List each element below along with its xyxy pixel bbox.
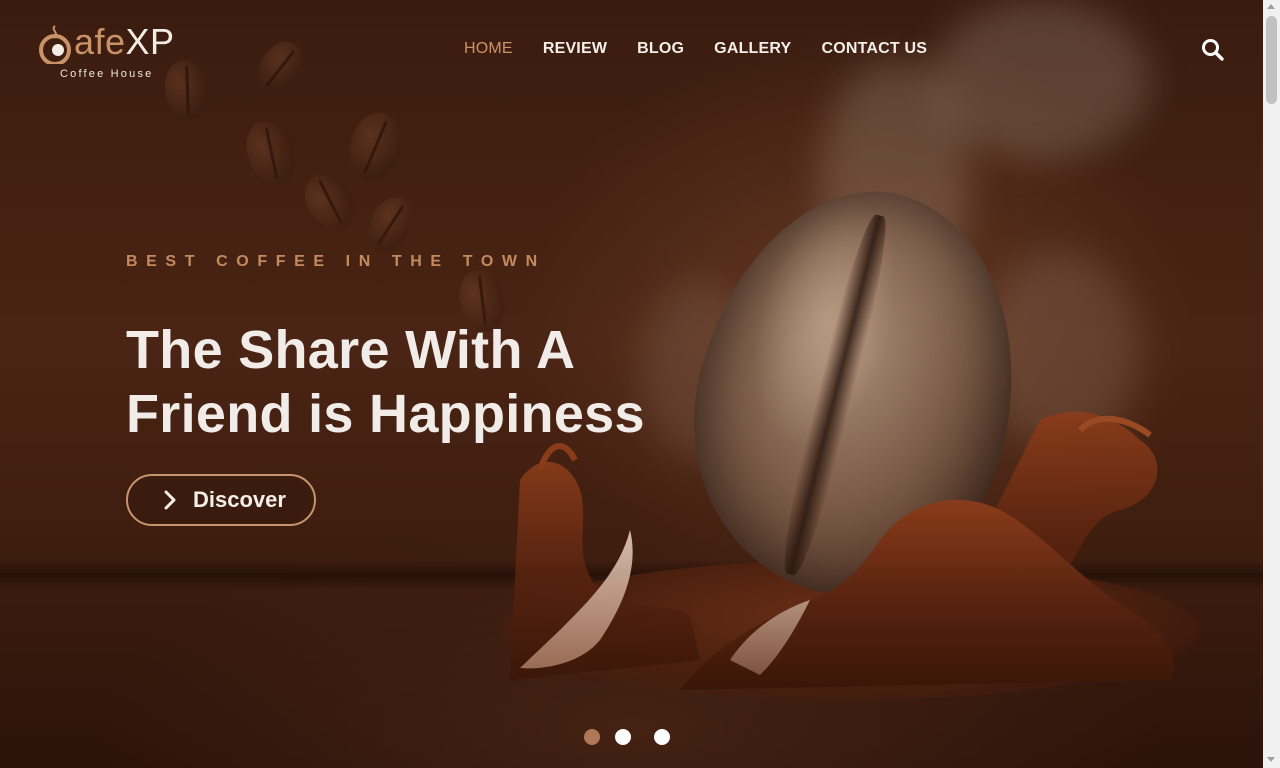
discover-button[interactable]: Discover [126, 474, 316, 526]
page: afeXP Coffee House HOME REVIEW BLOG GALL… [0, 0, 1280, 768]
floating-bean-decoration [359, 190, 421, 260]
scrollbar-thumb[interactable] [1266, 16, 1277, 104]
slider-pagination [584, 729, 670, 745]
nav-item-contact-us[interactable]: CONTACT US [806, 38, 942, 60]
search-button[interactable] [1199, 36, 1227, 64]
brand-logo[interactable]: afeXP Coffee House [38, 14, 198, 84]
coffee-cup-logo-icon [39, 25, 71, 64]
brand-name: afeXP [74, 20, 175, 64]
slider-dot-3[interactable] [654, 729, 670, 745]
floating-bean-decoration [238, 114, 304, 192]
brand-name-main: afe [74, 21, 126, 62]
floating-bean-decoration [341, 106, 409, 188]
brand-name-accent: XP [125, 21, 175, 62]
nav-item-home[interactable]: HOME [449, 38, 528, 60]
hero-headline-line-2: Friend is Happiness [126, 384, 645, 444]
hero-headline-line-1: The Share With A [126, 320, 576, 380]
nav-item-gallery[interactable]: GALLERY [699, 38, 806, 60]
scroll-down-arrow-icon[interactable] [1267, 757, 1275, 762]
slider-dot-2[interactable] [615, 729, 631, 745]
top-navbar: afeXP Coffee House HOME REVIEW BLOG GALL… [0, 0, 1263, 100]
page-scrollbar[interactable] [1263, 0, 1280, 768]
slider-dot-1[interactable] [584, 729, 600, 745]
chevron-right-icon [164, 490, 176, 510]
main-menu: HOME REVIEW BLOG GALLERY CONTACT US [449, 38, 942, 60]
hero-headline: The Share With A Friend is Happiness [126, 318, 746, 446]
brand-subtitle: Coffee House [60, 68, 154, 80]
scroll-up-arrow-icon[interactable] [1267, 4, 1275, 9]
discover-button-label: Discover [193, 487, 286, 512]
search-icon [1202, 39, 1224, 61]
nav-item-review[interactable]: REVIEW [528, 38, 622, 60]
nav-item-blog[interactable]: BLOG [622, 38, 699, 60]
hero-tagline: BEST COFFEE IN THE TOWN [126, 253, 546, 270]
floating-bean-decoration [294, 164, 366, 240]
